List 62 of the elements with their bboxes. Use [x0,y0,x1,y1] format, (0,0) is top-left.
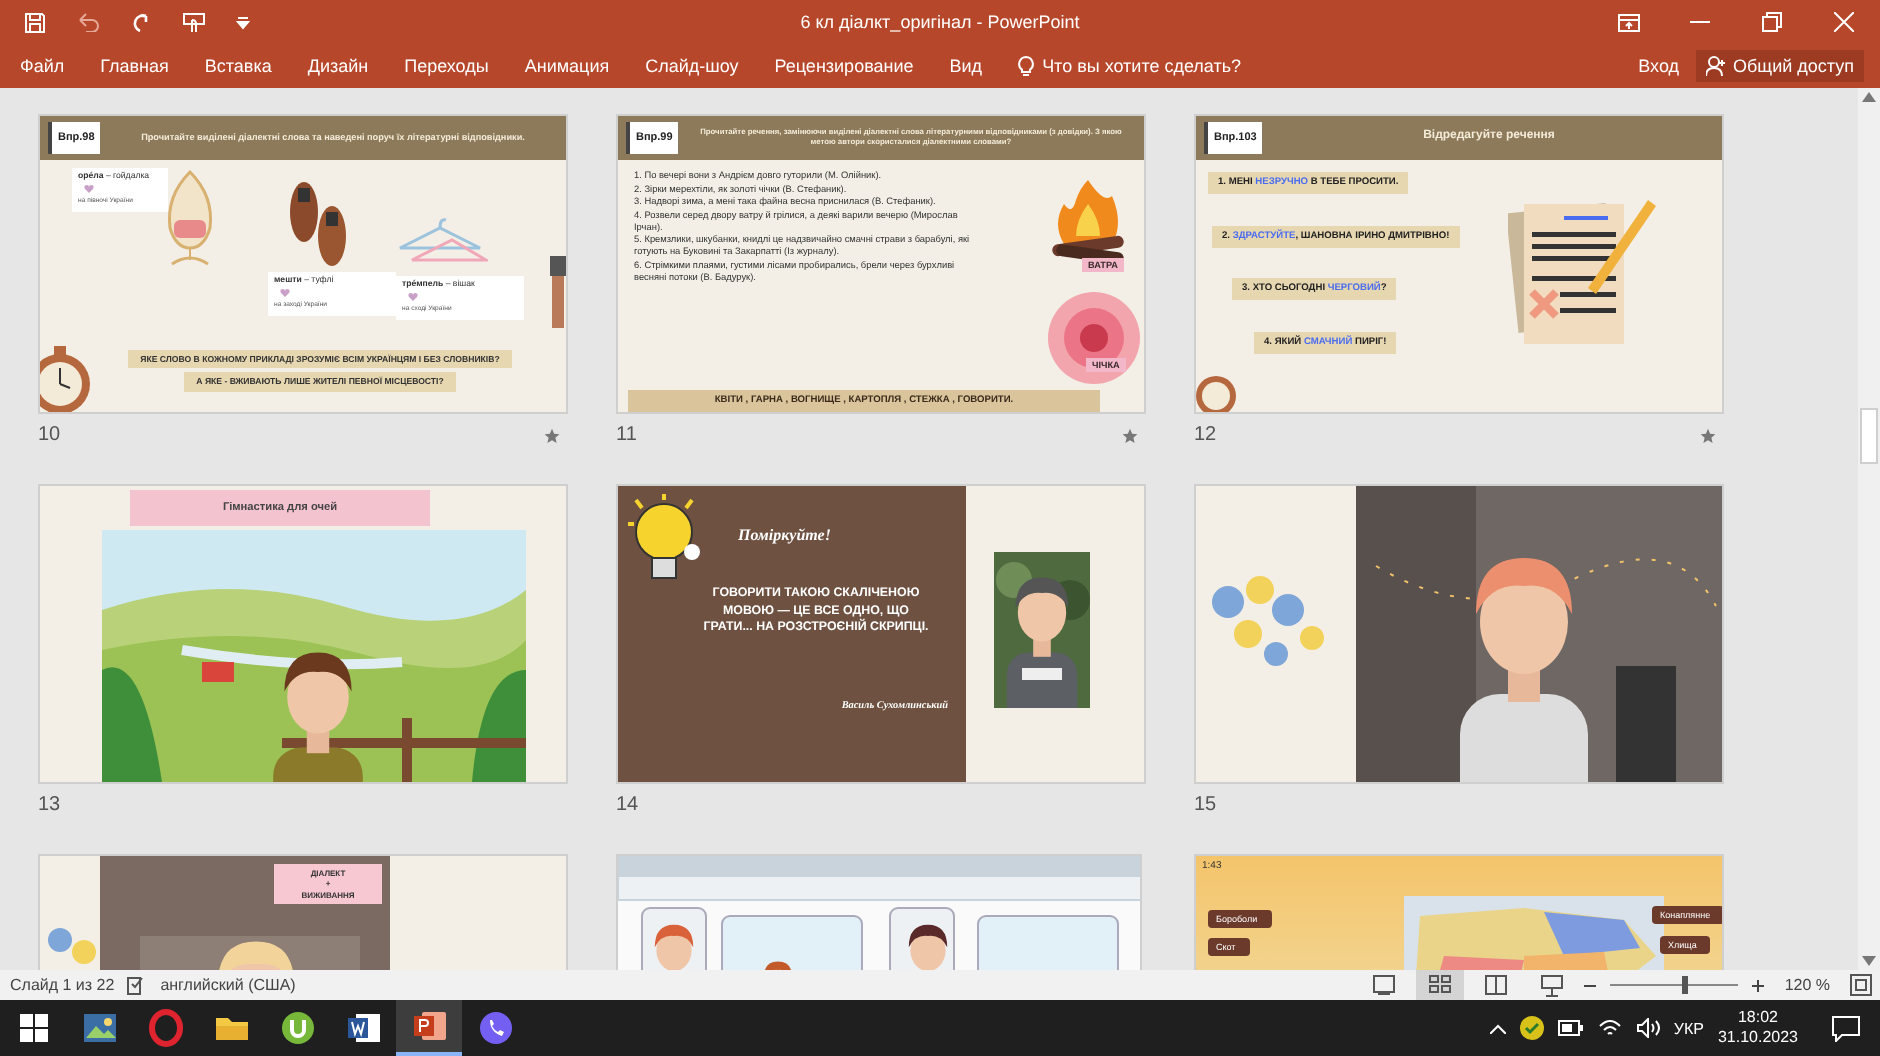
slide-number: 12 [1194,424,1217,446]
sign-in-link[interactable]: Вход [1638,56,1680,76]
slide-number: 11 [616,424,637,446]
slide-heading: Поміркуйте! [738,526,831,544]
heart-icon [408,292,418,302]
ribbon-tab[interactable]: Рецензирование [774,52,914,80]
ribbon-tab[interactable]: Файл [20,52,65,80]
ribbon-tab[interactable]: Анимация [524,52,610,80]
fit-to-window-icon[interactable] [1850,974,1872,996]
clock-time: 18:02 [1737,1008,1778,1028]
slide-thumbnail[interactable] [38,114,568,414]
slide-number: 14 [616,794,639,816]
hangers-drawing [396,216,488,268]
clock-date: 31.10.2023 [1717,1028,1798,1048]
zoom-slider-thumb[interactable] [1681,976,1687,994]
tell-me-search[interactable]: Что вы хотите сделать? [1018,55,1242,77]
undo-icon[interactable] [74,12,102,32]
key-drawing [544,252,566,332]
slide-number: 15 [1194,794,1217,816]
slide-counter: Слайд 1 из 22 [10,976,115,994]
volume-icon[interactable] [1635,1018,1660,1038]
slide-thumbnail[interactable] [616,114,1146,414]
zoom-out-icon[interactable] [1584,979,1597,991]
ribbon-tab[interactable]: Вид [949,52,983,80]
touch-mode-icon[interactable] [180,10,208,34]
notifications-icon[interactable] [1832,1015,1860,1041]
ribbon-tab[interactable]: Слайд-шоу [645,52,739,80]
wifi-icon[interactable] [1597,1018,1622,1038]
heart-icon [84,184,94,194]
clock[interactable]: 18:02 31.10.2023 [1717,1008,1798,1048]
scroll-thumb[interactable] [1860,408,1878,464]
slide-sorter-icon[interactable] [1416,970,1465,1000]
caret-up-icon[interactable] [1489,1023,1506,1033]
language-label[interactable]: английский (США) [160,976,296,994]
zoom-level[interactable]: 120 % [1784,976,1830,994]
heart-icon [280,288,290,298]
flower-drawing [1044,288,1144,388]
ribbon-tab[interactable]: Дизайн [307,52,369,80]
scroll-up-icon[interactable] [1862,92,1876,102]
scroll-down-icon[interactable] [1862,956,1876,966]
slide-number: 13 [38,794,61,816]
keyboard-language[interactable]: УКР [1673,1019,1704,1037]
pocket-watch-drawing [40,340,92,412]
powerpoint-icon[interactable] [396,1000,462,1056]
slide-thumbnail[interactable] [1194,484,1724,784]
person-add-icon [1705,56,1726,76]
window-title: 6 кл діалкт_оригінал - PowerPoint [800,12,1080,32]
ribbon-tab[interactable]: Переходы [404,52,489,80]
shoes-drawing [284,180,352,268]
battery-icon[interactable] [1557,1020,1584,1036]
ribbon-tab[interactable]: Вставка [204,52,272,80]
scrollbar[interactable] [1858,88,1880,970]
zoom-in-icon[interactable] [1752,979,1765,991]
shield-icon[interactable] [1519,1016,1544,1040]
slide-number: 10 [38,424,61,446]
ribbon-tab[interactable]: Главная [100,52,169,80]
save-icon[interactable] [24,11,46,33]
caret-icon[interactable] [236,15,250,29]
lightbulb-icon [1018,55,1035,77]
spelling-check-icon[interactable] [126,975,149,995]
redo-icon[interactable] [130,11,152,33]
share-button[interactable]: Общий доступ [1695,50,1864,82]
